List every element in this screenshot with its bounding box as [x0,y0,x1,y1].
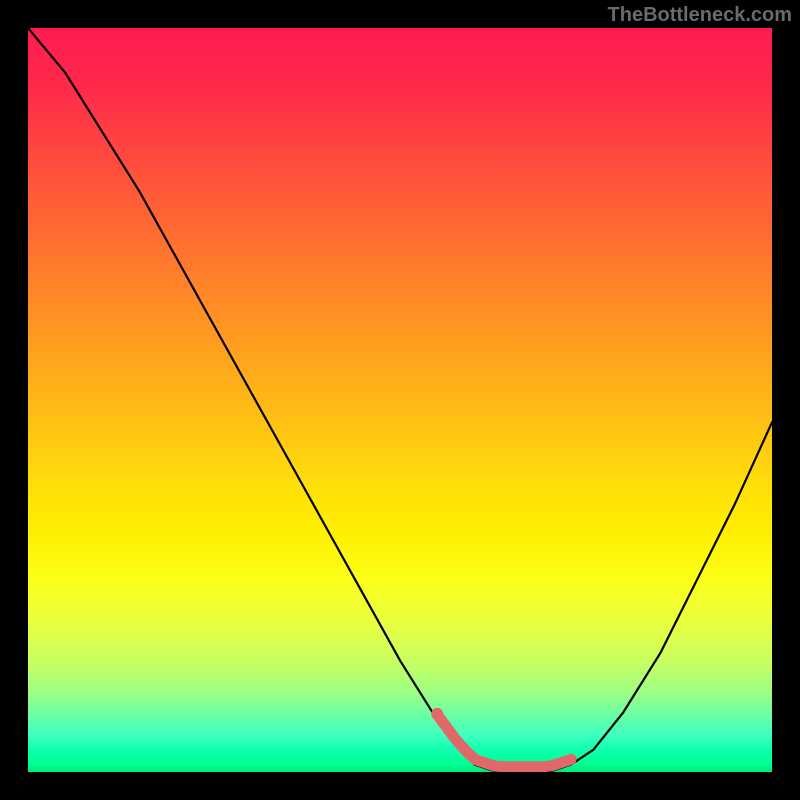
watermark-text: TheBottleneck.com [608,4,792,27]
optimal-range-highlight [437,715,571,767]
chart-plot [28,28,772,772]
bottleneck-curve [28,28,772,772]
optimal-range-start-dot [431,708,443,720]
chart-container: TheBottleneck.com [0,0,800,800]
